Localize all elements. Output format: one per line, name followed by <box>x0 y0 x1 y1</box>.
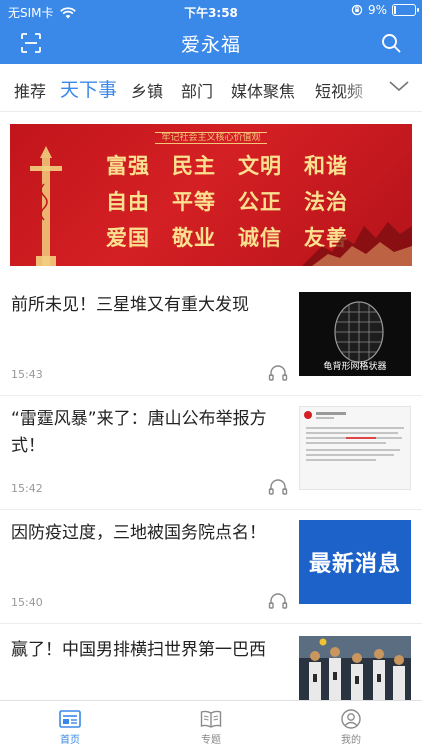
banner-word: 平等 <box>172 189 216 214</box>
tabbar-home[interactable]: 首页 <box>40 709 100 746</box>
banner-row-1: 富强 民主 文明 和谐 <box>106 150 348 180</box>
headphones-icon[interactable] <box>268 592 288 610</box>
thumbnail-text: 最新消息 <box>308 552 401 577</box>
banner-word: 公正 <box>238 189 282 214</box>
book-icon <box>200 710 222 728</box>
tabbar-label: 专题 <box>201 735 221 746</box>
news-thumbnail[interactable] <box>299 636 411 700</box>
status-bar: 无SIM卡 下午3:58 9% <box>0 0 422 22</box>
document-screenshot-icon <box>304 411 404 461</box>
thumbnail-caption: 龟背形网格状器 <box>323 362 387 372</box>
news-headline[interactable]: 赢了！中国男排横扫世界第一巴西 <box>11 637 281 664</box>
banner-word: 文明 <box>238 153 282 178</box>
battery-fill <box>394 6 396 14</box>
banner-word: 自由 <box>106 189 150 214</box>
tabbar-mine[interactable]: 我的 <box>321 709 381 746</box>
news-thumbnail[interactable]: 龟背形网格状器 <box>299 292 411 376</box>
profile-icon <box>341 709 361 729</box>
banner-word: 敬业 <box>172 225 216 250</box>
status-right: 9% <box>351 3 419 17</box>
news-thumbnail[interactable] <box>299 406 411 490</box>
volleyball-players-icon <box>299 636 411 700</box>
news-item[interactable]: 前所未见！三星堆又有重大发现 15:43 龟背形网格状器 <box>0 282 422 396</box>
news-headline[interactable]: 前所未见！三星堆又有重大发现 <box>11 292 281 319</box>
tab-towns[interactable]: 乡镇 <box>131 78 163 102</box>
battery-icon <box>392 4 419 16</box>
app-title: 爱永福 <box>180 34 241 56</box>
news-item[interactable]: 赢了！中国男排横扫世界第一巴西 <box>0 624 422 700</box>
tab-media-focus[interactable]: 媒体聚焦 <box>231 78 295 102</box>
huabiao-pillar-icon <box>30 146 62 266</box>
banner-subtitle: 牢记社会主义核心价值观 <box>10 130 412 144</box>
tab-departments[interactable]: 部门 <box>181 78 213 102</box>
news-time: 15:43 <box>11 368 43 381</box>
news-icon <box>59 710 81 728</box>
banner-word: 诚信 <box>238 225 282 250</box>
news-item[interactable]: “雷霆风暴”来了：唐山公布举报方式！ 15:42 <box>0 396 422 510</box>
news-thumbnail[interactable]: 最新消息 <box>299 520 411 604</box>
news-time: 15:42 <box>11 482 43 495</box>
headphones-icon[interactable] <box>268 364 288 382</box>
search-icon[interactable] <box>380 32 402 54</box>
tab-world[interactable]: 天下事 <box>60 75 117 102</box>
battery-percent: 9% <box>367 3 387 17</box>
news-headline[interactable]: 因防疫过度，三地被国务院点名！ <box>11 520 281 547</box>
tabbar-topics[interactable]: 专题 <box>181 709 241 746</box>
headphones-icon[interactable] <box>268 478 288 496</box>
banner-word: 富强 <box>106 153 150 178</box>
banner-word: 和谐 <box>304 153 348 178</box>
bottom-tab-bar: 首页 专题 我的 <box>0 700 422 750</box>
tab-recommend[interactable]: 推荐 <box>14 78 46 102</box>
category-tabs: 推荐 天下事 乡镇 部门 媒体聚焦 短视频 <box>0 64 422 112</box>
banner-word: 爱国 <box>106 225 150 250</box>
banner-core-values[interactable]: 牢记社会主义核心价值观 富强 民主 文明 和谐 自由 平等 公正 法治 爱国 敬… <box>10 124 412 266</box>
app-header: 爱永福 <box>0 22 422 64</box>
statue-group-icon <box>302 222 412 266</box>
banner-word: 民主 <box>172 153 216 178</box>
news-headline[interactable]: “雷霆风暴”来了：唐山公布举报方式！ <box>11 406 281 460</box>
news-time: 15:40 <box>11 596 43 609</box>
tabbar-label: 首页 <box>60 735 80 746</box>
tabs-fade <box>342 64 382 110</box>
orientation-lock-icon <box>351 4 363 16</box>
news-item[interactable]: 因防疫过度，三地被国务院点名！ 15:40 最新消息 <box>0 510 422 624</box>
tabbar-label: 我的 <box>341 735 361 746</box>
chevron-down-icon[interactable] <box>388 78 410 94</box>
